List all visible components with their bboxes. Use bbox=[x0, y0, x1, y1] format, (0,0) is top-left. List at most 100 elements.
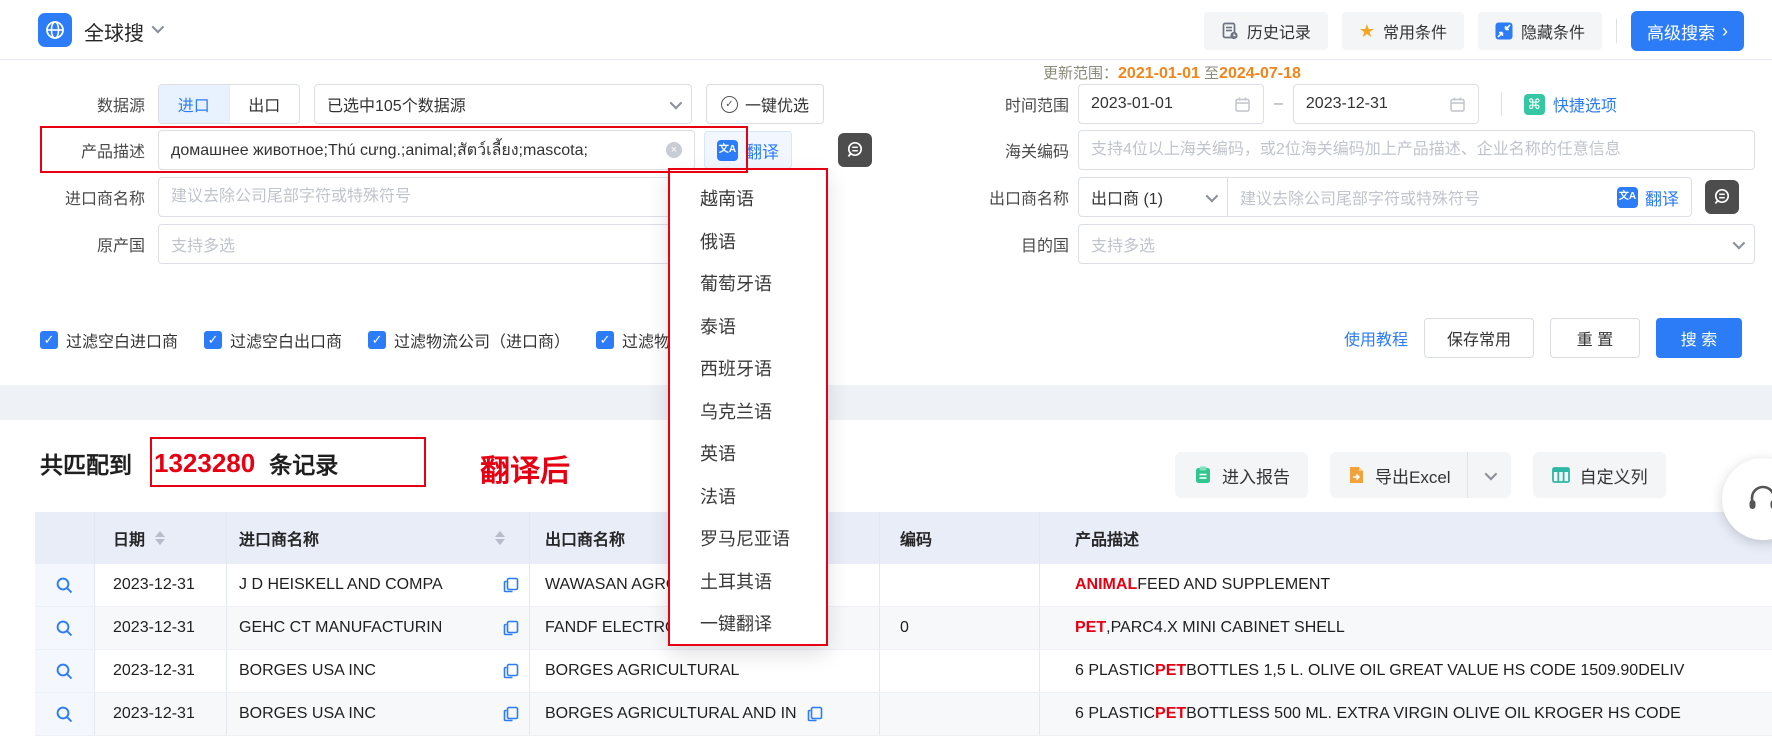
origin-country-label: 原产国 bbox=[40, 232, 158, 256]
custom-columns-label: 自定义列 bbox=[1580, 463, 1648, 488]
importer-name[interactable]: J D HEISKELL AND COMPA bbox=[239, 576, 443, 594]
search-button[interactable]: 搜 索 bbox=[1656, 318, 1742, 358]
product-desc-input[interactable]: домашнее животное;Thú cưng.;animal;สัตว์… bbox=[158, 130, 695, 170]
synonym-search-icon[interactable] bbox=[1705, 180, 1739, 214]
exporter-translate-button[interactable]: 文A 翻译 bbox=[1617, 185, 1679, 210]
filter-blank-exporter[interactable]: ✓ 过滤空白出口商 bbox=[204, 328, 342, 352]
start-date-input[interactable]: 2023-01-01 bbox=[1078, 84, 1264, 124]
header-importer[interactable]: 进口商名称 bbox=[227, 512, 530, 564]
lang-item-turkish[interactable]: 土耳其语 bbox=[670, 561, 826, 604]
enter-report-button[interactable]: 进入报告 bbox=[1175, 452, 1308, 498]
quick-options-button[interactable]: ⌘ 快捷选项 bbox=[1524, 92, 1617, 116]
destination-country-select[interactable]: 支持多选 bbox=[1078, 224, 1755, 264]
translate-icon: 文A bbox=[1617, 187, 1638, 208]
sort-icon[interactable] bbox=[155, 531, 165, 545]
synonym-search-icon[interactable] bbox=[838, 133, 872, 167]
lang-item-spanish[interactable]: 西班牙语 bbox=[670, 348, 826, 391]
export-excel-button[interactable]: 导出Excel bbox=[1330, 452, 1467, 498]
table-row: 2023-12-31 GEHC CT MANUFACTURIN FANDF EL… bbox=[35, 607, 1772, 650]
one-click-optimize-button[interactable]: ✓ 一键优选 bbox=[706, 84, 824, 124]
header-product-desc[interactable]: 产品描述 bbox=[1040, 512, 1772, 564]
history-button[interactable]: 历史记录 bbox=[1204, 12, 1328, 50]
app-logo bbox=[38, 13, 72, 47]
lang-item-translate-all[interactable]: 一键翻译 bbox=[670, 603, 826, 646]
annotation-translated-label: 翻译后 bbox=[480, 446, 570, 490]
importer-name[interactable]: BORGES USA INC bbox=[239, 662, 376, 680]
exporter-name[interactable]: BORGES AGRICULTURAL AND IN bbox=[545, 705, 797, 723]
update-range-label: 更新范围： bbox=[1043, 65, 1118, 82]
custom-columns-button[interactable]: 自定义列 bbox=[1533, 452, 1666, 498]
row-search-icon[interactable] bbox=[55, 576, 74, 595]
checkbox-checked-icon[interactable]: ✓ bbox=[596, 331, 614, 349]
star-icon: ★ bbox=[1359, 22, 1375, 40]
header-hs-code[interactable]: 编码 bbox=[880, 512, 1040, 564]
translate-icon: 文A bbox=[717, 140, 738, 161]
lang-item-vietnamese[interactable]: 越南语 bbox=[670, 178, 826, 221]
hide-conditions-button[interactable]: 隐藏条件 bbox=[1478, 12, 1602, 50]
copy-icon[interactable] bbox=[807, 706, 823, 722]
cell-exporter: BORGES AGRICULTURAL bbox=[530, 650, 880, 692]
clear-icon[interactable]: × bbox=[666, 142, 682, 158]
cell-hs-code: 0 bbox=[880, 607, 1040, 649]
result-count-prefix: 共匹配到 bbox=[40, 446, 132, 480]
translate-button-label: 翻译 bbox=[745, 138, 779, 163]
tab-export[interactable]: 出口 bbox=[229, 85, 300, 123]
row-search-icon[interactable] bbox=[55, 619, 74, 638]
history-button-label: 历史记录 bbox=[1247, 19, 1311, 43]
collapse-icon bbox=[1495, 22, 1513, 40]
hs-code-input[interactable] bbox=[1078, 130, 1755, 170]
cell-product-desc: 6 PLASTIC PET BOTTLESS 500 ML. EXTRA VIR… bbox=[1040, 693, 1772, 735]
desc-highlight: PET bbox=[1155, 705, 1186, 723]
exporter-name[interactable]: BORGES AGRICULTURAL bbox=[545, 662, 739, 680]
data-source-select[interactable]: 已选中105个数据源 bbox=[314, 84, 692, 124]
export-options-chevron[interactable] bbox=[1467, 452, 1511, 498]
export-excel-split-button: 导出Excel bbox=[1330, 452, 1511, 498]
lang-item-russian[interactable]: 俄语 bbox=[670, 221, 826, 264]
origin-country-placeholder: 支持多选 bbox=[171, 232, 235, 256]
result-count-line: 共匹配到 1323280 条记录 bbox=[40, 446, 338, 480]
copy-icon[interactable] bbox=[503, 663, 519, 679]
lang-item-portuguese[interactable]: 葡萄牙语 bbox=[670, 263, 826, 306]
header-hs-code-label: 编码 bbox=[900, 526, 932, 550]
origin-country-row: 原产国 支持多选 bbox=[40, 224, 695, 264]
app-switcher-chevron-down-icon[interactable] bbox=[152, 21, 165, 34]
advanced-search-button[interactable]: 高级搜索 › bbox=[1631, 11, 1744, 51]
copy-icon[interactable] bbox=[503, 620, 519, 636]
checkbox-checked-icon[interactable]: ✓ bbox=[204, 331, 222, 349]
row-search-icon[interactable] bbox=[55, 662, 74, 681]
checkbox-checked-icon[interactable]: ✓ bbox=[368, 331, 386, 349]
tutorial-link[interactable]: 使用教程 bbox=[1344, 326, 1408, 350]
exporter-label: 出口商名称 bbox=[988, 185, 1078, 209]
cell-hs-code bbox=[880, 693, 1040, 735]
importer-name[interactable]: GEHC CT MANUFACTURIN bbox=[239, 619, 442, 637]
filter-blank-importer[interactable]: ✓ 过滤空白进口商 bbox=[40, 328, 178, 352]
sort-icon[interactable] bbox=[495, 531, 505, 545]
end-date-input[interactable]: 2023-12-31 bbox=[1293, 84, 1479, 124]
translate-button[interactable]: 文A 翻译 bbox=[704, 131, 792, 169]
save-favorite-button[interactable]: 保存常用 bbox=[1424, 318, 1534, 358]
exporter-type-select[interactable]: 出口商 (1) bbox=[1078, 177, 1228, 217]
tab-import[interactable]: 进口 bbox=[159, 85, 229, 123]
lang-item-french[interactable]: 法语 bbox=[670, 476, 826, 519]
row-search-icon[interactable] bbox=[55, 705, 74, 724]
table-row: 2023-12-31 J D HEISKELL AND COMPA WAWASA… bbox=[35, 564, 1772, 607]
header-date[interactable]: 日期 bbox=[95, 512, 227, 564]
origin-country-select[interactable]: 支持多选 bbox=[158, 224, 695, 264]
copy-icon[interactable] bbox=[503, 577, 519, 593]
destination-country-placeholder: 支持多选 bbox=[1091, 232, 1155, 256]
lang-item-ukrainian[interactable]: 乌克兰语 bbox=[670, 391, 826, 434]
favorite-conditions-button[interactable]: ★ 常用条件 bbox=[1342, 12, 1464, 50]
importer-input[interactable] bbox=[158, 177, 695, 217]
reset-button[interactable]: 重 置 bbox=[1550, 318, 1640, 358]
exporter-input[interactable]: 建议去除公司尾部字符或特殊符号 文A 翻译 bbox=[1227, 177, 1692, 217]
copy-icon[interactable] bbox=[503, 706, 519, 722]
checkbox-checked-icon[interactable]: ✓ bbox=[40, 331, 58, 349]
chevron-down-icon bbox=[1484, 467, 1497, 480]
exporter-placeholder: 建议去除公司尾部字符或特殊符号 bbox=[1240, 185, 1617, 209]
update-range-to: 至 bbox=[1204, 65, 1219, 82]
lang-item-english[interactable]: 英语 bbox=[670, 433, 826, 476]
lang-item-thai[interactable]: 泰语 bbox=[670, 306, 826, 349]
lang-item-romanian[interactable]: 罗马尼亚语 bbox=[670, 518, 826, 561]
importer-name[interactable]: BORGES USA INC bbox=[239, 705, 376, 723]
filter-logistics-importer[interactable]: ✓ 过滤物流公司（进口商） bbox=[368, 328, 570, 352]
